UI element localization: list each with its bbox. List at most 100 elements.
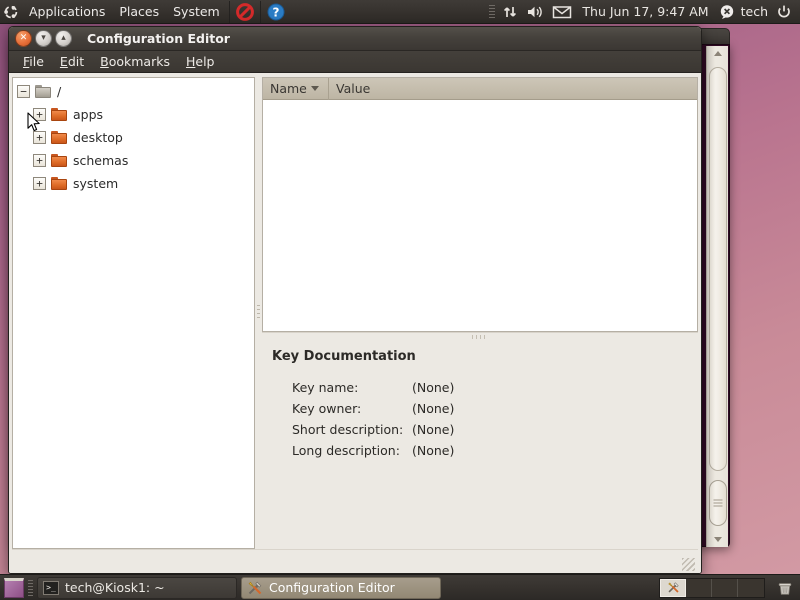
- menu-file-rest: ile: [29, 53, 44, 69]
- show-desktop-button[interactable]: [4, 577, 24, 598]
- menu-edit-rest: dit: [67, 53, 85, 69]
- power-icon[interactable]: [772, 0, 796, 24]
- tree-expander-schemas[interactable]: +: [33, 154, 46, 167]
- system-menu[interactable]: System: [166, 1, 227, 23]
- trash-icon[interactable]: [775, 578, 795, 598]
- tree-expander-system[interactable]: +: [33, 177, 46, 190]
- splitter-grip: [472, 335, 488, 339]
- key-documentation-title: Key Documentation: [272, 349, 416, 364]
- doc-label-long-description: Long description:: [292, 443, 400, 458]
- menu-help-mnemonic: H: [185, 53, 196, 69]
- network-transfer-icon[interactable]: [498, 0, 522, 24]
- top-panel: Applications Places System ? Thu Jun 17,…: [0, 0, 800, 24]
- right-pane: Name Value Key Documentation Key name: (…: [262, 77, 698, 549]
- vertical-splitter[interactable]: [255, 77, 262, 549]
- panel-separator-2: [259, 0, 261, 23]
- tray-grip[interactable]: [489, 4, 496, 19]
- scrollbar-step-down[interactable]: [707, 532, 729, 547]
- tree-item-apps-label: apps: [73, 107, 104, 122]
- scrollbar-track[interactable]: [707, 61, 729, 532]
- workspace-2[interactable]: [686, 578, 712, 597]
- taskbar-item-terminal-label: tech@Kiosk1: ~: [65, 580, 165, 595]
- close-button[interactable]: ✕: [15, 30, 32, 47]
- folder-orange-icon: [51, 107, 68, 122]
- applications-menu[interactable]: Applications: [22, 1, 112, 23]
- user-status-icon[interactable]: [715, 0, 739, 24]
- tree-item-schemas[interactable]: + schemas: [13, 149, 254, 172]
- taskbar-item-configuration-editor-label: Configuration Editor: [269, 580, 395, 595]
- doc-label-key-owner: Key owner:: [292, 401, 362, 416]
- scrollbar-thumb[interactable]: [708, 480, 727, 526]
- clock[interactable]: Thu Jun 17, 9:47 AM: [576, 4, 714, 19]
- workspace-3[interactable]: [712, 578, 738, 597]
- folder-orange-icon: [51, 176, 68, 191]
- prohibited-icon[interactable]: [232, 0, 258, 24]
- chevron-down-icon: ▾: [41, 33, 46, 43]
- menu-bookmarks-rest: ookmarks: [108, 53, 170, 69]
- mail-icon[interactable]: [548, 0, 576, 24]
- tree-item-root-label: /: [57, 84, 62, 99]
- doc-row-long-description: Long description: (None): [292, 443, 692, 458]
- doc-row-key-owner: Key owner: (None): [292, 401, 692, 416]
- menu-edit[interactable]: Edit: [52, 52, 92, 72]
- top-panel-tray: Thu Jun 17, 9:47 AM tech: [486, 0, 800, 24]
- tree-expander-desktop[interactable]: +: [33, 131, 46, 144]
- list-body[interactable]: [263, 100, 697, 331]
- window-title: Configuration Editor: [87, 31, 230, 46]
- chevron-up-icon: ▴: [61, 33, 66, 43]
- tree-item-desktop[interactable]: + desktop: [13, 126, 254, 149]
- minimize-button[interactable]: ▾: [35, 30, 52, 47]
- column-header-value[interactable]: Value: [329, 78, 697, 100]
- terminal-scrollbar[interactable]: [706, 46, 728, 547]
- tree-item-root[interactable]: − /: [13, 80, 254, 103]
- workspace-4[interactable]: [738, 578, 764, 597]
- key-tree-panel[interactable]: − / + apps + desktop + schemas + system: [12, 77, 255, 549]
- tree-item-apps[interactable]: + apps: [13, 103, 254, 126]
- key-documentation-panel: Key Documentation Key name: (None) Key o…: [262, 341, 698, 549]
- maximize-button[interactable]: ▴: [55, 30, 72, 47]
- terminal-icon: >_: [42, 579, 60, 597]
- tree-expander-apps[interactable]: +: [33, 108, 46, 121]
- menu-bookmarks[interactable]: Bookmarks: [92, 52, 178, 72]
- chevron-up-icon: [713, 51, 722, 56]
- window-titlebar[interactable]: ✕ ▾ ▴ Configuration Editor: [9, 27, 701, 51]
- configuration-editor-window[interactable]: ✕ ▾ ▴ Configuration Editor File Edit Boo…: [8, 26, 702, 574]
- doc-value-key-owner: (None): [412, 401, 455, 416]
- tools-icon: [246, 579, 264, 597]
- column-header-name[interactable]: Name: [263, 78, 329, 100]
- top-panel-left: Applications Places System ?: [0, 0, 289, 24]
- tree-item-desktop-label: desktop: [73, 130, 123, 145]
- taskbar-grip[interactable]: [28, 579, 33, 596]
- tree-item-system-label: system: [73, 176, 119, 191]
- volume-icon[interactable]: [522, 0, 548, 24]
- places-menu[interactable]: Places: [112, 1, 166, 23]
- scrollbar-step-up[interactable]: [707, 46, 729, 61]
- help-icon[interactable]: ?: [263, 0, 289, 24]
- resize-grip[interactable]: [682, 558, 695, 571]
- menu-help[interactable]: Help: [178, 52, 223, 72]
- workspace-switcher[interactable]: [659, 577, 765, 598]
- bottom-panel-right: [659, 577, 798, 598]
- doc-row-key-name: Key name: (None): [292, 380, 692, 395]
- doc-value-short-description: (None): [412, 422, 455, 437]
- desktop: Applications Places System ? Thu Jun 17,…: [0, 0, 800, 600]
- taskbar-item-terminal[interactable]: >_ tech@Kiosk1: ~: [37, 576, 237, 599]
- doc-label-short-description: Short description:: [292, 422, 404, 437]
- key-value-list[interactable]: Name Value: [262, 77, 698, 332]
- tree-item-system[interactable]: + system: [13, 172, 254, 195]
- user-name[interactable]: tech: [739, 4, 772, 19]
- panel-separator: [228, 0, 230, 23]
- bottom-panel: >_ tech@Kiosk1: ~ Configuration Editor: [0, 574, 800, 600]
- menu-edit-mnemonic: E: [59, 53, 68, 69]
- horizontal-splitter[interactable]: [262, 332, 698, 341]
- workspace-1[interactable]: [660, 578, 686, 597]
- menubar: File Edit Bookmarks Help: [9, 51, 701, 73]
- tree-expander-root[interactable]: −: [17, 85, 30, 98]
- doc-label-key-name: Key name:: [292, 380, 359, 395]
- ubuntu-logo-icon[interactable]: [0, 0, 22, 24]
- menu-file[interactable]: File: [15, 52, 52, 72]
- scrollbar-thumb-upper[interactable]: [708, 67, 727, 471]
- doc-row-short-description: Short description: (None): [292, 422, 692, 437]
- taskbar-item-configuration-editor[interactable]: Configuration Editor: [241, 576, 441, 599]
- close-icon: ✕: [19, 33, 28, 43]
